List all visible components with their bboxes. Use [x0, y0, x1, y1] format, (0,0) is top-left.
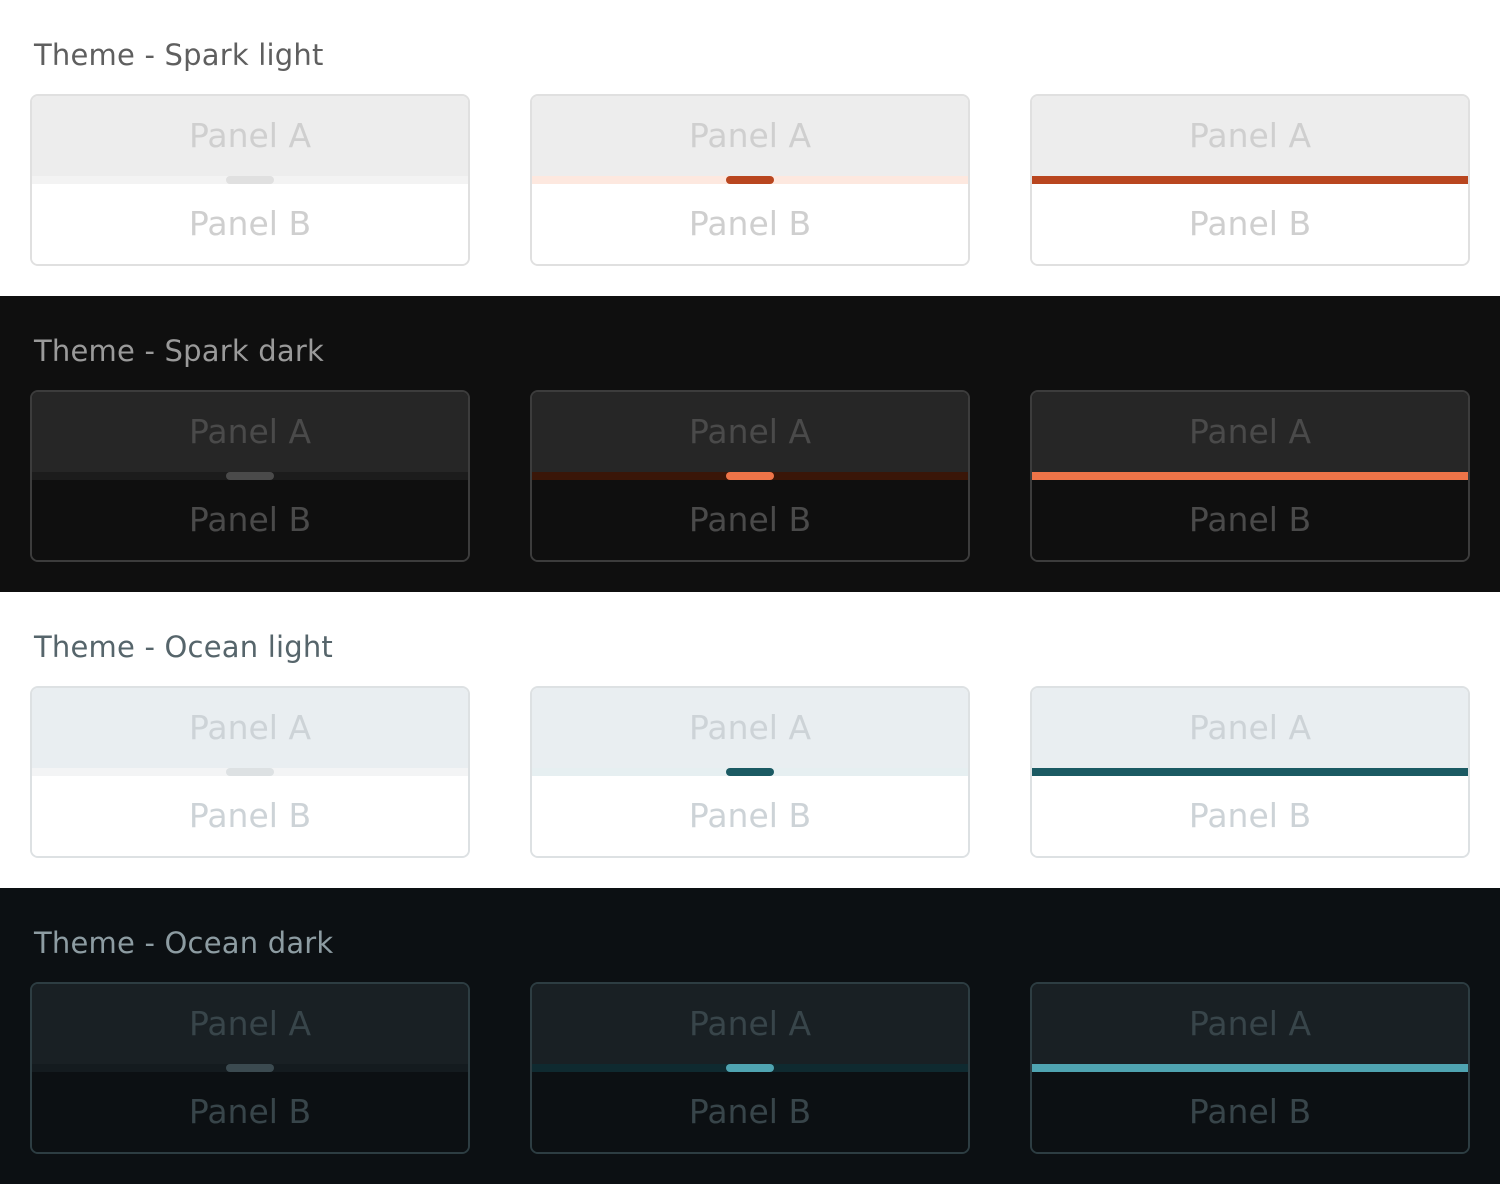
theme-showcase: Theme - Spark light Panel A Panel B Panel A… [0, 0, 1500, 1184]
panel-a: Panel A [1032, 688, 1468, 768]
resize-divider[interactable] [32, 1064, 468, 1072]
resize-divider[interactable] [532, 1064, 968, 1072]
panel-a: Panel A [32, 96, 468, 176]
section-title: Theme - Ocean dark [34, 926, 334, 960]
panel-b: Panel B [532, 1072, 968, 1152]
theme-section: Theme - Ocean dark Panel A Panel B Panel AP… [0, 888, 1500, 1184]
resize-divider[interactable] [1032, 472, 1468, 480]
split-pane-active: Panel A Panel B [1030, 390, 1470, 562]
split-pane-active: Panel A Panel B [1030, 94, 1470, 266]
split-pane-row: Panel A Panel B Panel A Panel B Panel A Panel… [30, 982, 1470, 1154]
section-title: Theme - Spark light [34, 38, 324, 72]
resize-divider[interactable] [1032, 1064, 1468, 1072]
resize-divider[interactable] [32, 472, 468, 480]
drag-handle[interactable] [726, 176, 774, 184]
resize-divider[interactable] [32, 768, 468, 776]
panel-b: Panel B [1032, 1072, 1468, 1152]
drag-handle[interactable] [726, 1064, 774, 1072]
split-pane-row: Panel A Panel B Panel A Panel B Panel A Panel… [30, 686, 1470, 858]
split-pane-idle: Panel A Panel B [30, 686, 470, 858]
active-divider-bar[interactable] [1032, 768, 1468, 776]
resize-divider[interactable] [532, 768, 968, 776]
panel-a: Panel A [532, 392, 968, 472]
section-title: Theme - Ocean light [34, 630, 333, 664]
split-pane-hover: Panel A Panel B [530, 94, 970, 266]
active-divider-bar[interactable] [1032, 176, 1468, 184]
panel-b: Panel B [532, 480, 968, 560]
panel-b: Panel B [532, 184, 968, 264]
theme-section: Theme - Spark light Panel A Panel B Panel A… [0, 0, 1500, 296]
split-pane-idle: Panel A Panel B [30, 94, 470, 266]
resize-divider[interactable] [532, 176, 968, 184]
split-pane-active: Panel A Panel B [1030, 982, 1470, 1154]
resize-divider[interactable] [532, 472, 968, 480]
panel-a: Panel A [1032, 984, 1468, 1064]
drag-handle[interactable] [226, 176, 274, 184]
split-pane-idle: Panel A Panel B [30, 390, 470, 562]
panel-a: Panel A [1032, 392, 1468, 472]
panel-a: Panel A [532, 984, 968, 1064]
resize-divider[interactable] [1032, 176, 1468, 184]
panel-a: Panel A [532, 688, 968, 768]
panel-a: Panel A [32, 392, 468, 472]
theme-section: Theme - Spark dark Panel A Panel B Panel AP… [0, 296, 1500, 592]
panel-b: Panel B [32, 184, 468, 264]
drag-handle[interactable] [726, 768, 774, 776]
resize-divider[interactable] [1032, 768, 1468, 776]
panel-b: Panel B [532, 776, 968, 856]
active-divider-bar[interactable] [1032, 1064, 1468, 1072]
drag-handle[interactable] [226, 472, 274, 480]
split-pane-row: Panel A Panel B Panel A Panel B Panel A Panel… [30, 94, 1470, 266]
theme-section: Theme - Ocean light Panel A Panel B Panel A… [0, 592, 1500, 888]
panel-a: Panel A [532, 96, 968, 176]
panel-b: Panel B [32, 1072, 468, 1152]
resize-divider[interactable] [32, 176, 468, 184]
panel-b: Panel B [32, 480, 468, 560]
split-pane-row: Panel A Panel B Panel A Panel B Panel A Panel… [30, 390, 1470, 562]
panel-a: Panel A [32, 688, 468, 768]
panel-b: Panel B [1032, 480, 1468, 560]
drag-handle[interactable] [226, 768, 274, 776]
split-pane-hover: Panel A Panel B [530, 686, 970, 858]
split-pane-hover: Panel A Panel B [530, 390, 970, 562]
panel-b: Panel B [1032, 776, 1468, 856]
split-pane-active: Panel A Panel B [1030, 686, 1470, 858]
split-pane-idle: Panel A Panel B [30, 982, 470, 1154]
active-divider-bar[interactable] [1032, 472, 1468, 480]
split-pane-hover: Panel A Panel B [530, 982, 970, 1154]
panel-a: Panel A [32, 984, 468, 1064]
drag-handle[interactable] [226, 1064, 274, 1072]
drag-handle[interactable] [726, 472, 774, 480]
panel-b: Panel B [32, 776, 468, 856]
panel-a: Panel A [1032, 96, 1468, 176]
section-title: Theme - Spark dark [34, 334, 324, 368]
panel-b: Panel B [1032, 184, 1468, 264]
